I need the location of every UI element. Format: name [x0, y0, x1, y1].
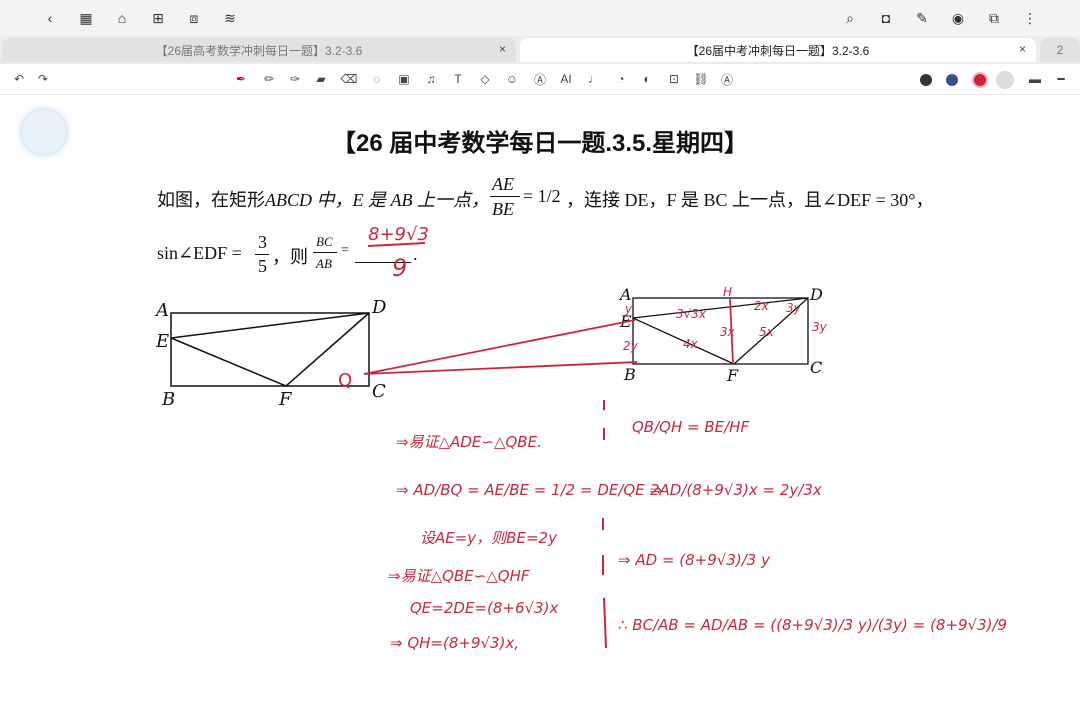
anno-6: y	[624, 302, 633, 316]
label-h: H	[723, 285, 732, 299]
solution-line-5: QE=2DE=(8+6√3)x	[410, 599, 558, 617]
solution-right-2: 2AD/(8+9√3)x = 2y/3x	[650, 481, 822, 499]
label-f: F	[278, 389, 293, 410]
solution-line-2: ⇒ AD/BQ = AE/BE = 1/2 = DE/QE ⇒	[396, 481, 662, 499]
solution-right-3: ⇒ AD = (8+9√3)/3 y	[618, 551, 771, 569]
label-c: C	[372, 381, 386, 402]
extension-de	[363, 319, 636, 375]
segment-fd	[285, 312, 370, 387]
solution-right-4: ∴ BC/AB = AD/AB = ((8+9√3)/3 y)/(3y) = (…	[618, 616, 1007, 634]
answer-bottom: 9	[392, 254, 407, 282]
label-b-right: B	[623, 365, 636, 384]
anno-5: 5x	[759, 325, 775, 339]
label-f-right: F	[726, 366, 739, 385]
solution-line-1: ⇒易证△ADE∽△QBE.	[396, 433, 542, 451]
divider-mark	[603, 597, 607, 649]
solution-right-1: QB/QH = BE/HF	[632, 418, 749, 436]
segment-ef	[170, 337, 287, 387]
label-d: D	[371, 297, 387, 318]
anno-7: 2y	[623, 339, 639, 353]
label-d-right: D	[809, 285, 823, 304]
anno-2: 3x	[720, 325, 736, 339]
label-a: A	[154, 300, 169, 321]
label-e: E	[155, 331, 169, 352]
anno-3: 4x	[683, 337, 699, 351]
anno-8: 3y	[812, 320, 828, 334]
extension-bc	[363, 361, 638, 375]
label-b: B	[161, 389, 175, 410]
anno-9: 3y	[786, 301, 802, 315]
segment-ed-right	[632, 297, 809, 319]
solution-line-6: ⇒ QH=(8+9√3)x,	[390, 634, 519, 652]
anno-4: 2x	[754, 299, 770, 313]
answer-top: 8+9√3	[368, 224, 429, 245]
solution-line-4: ⇒易证△QBE∽△QHF	[388, 567, 530, 585]
segment-ed	[170, 312, 370, 339]
label-q: Q	[338, 370, 352, 391]
anno-1: 3√3x	[676, 307, 707, 321]
drawing-layer: 8+9√3 9 A D E B F C Q A D E B F C H 3√3x	[154, 224, 1007, 652]
solution-line-3: 设AE=y，则BE=2y	[420, 529, 558, 547]
label-c-right: C	[810, 358, 822, 377]
